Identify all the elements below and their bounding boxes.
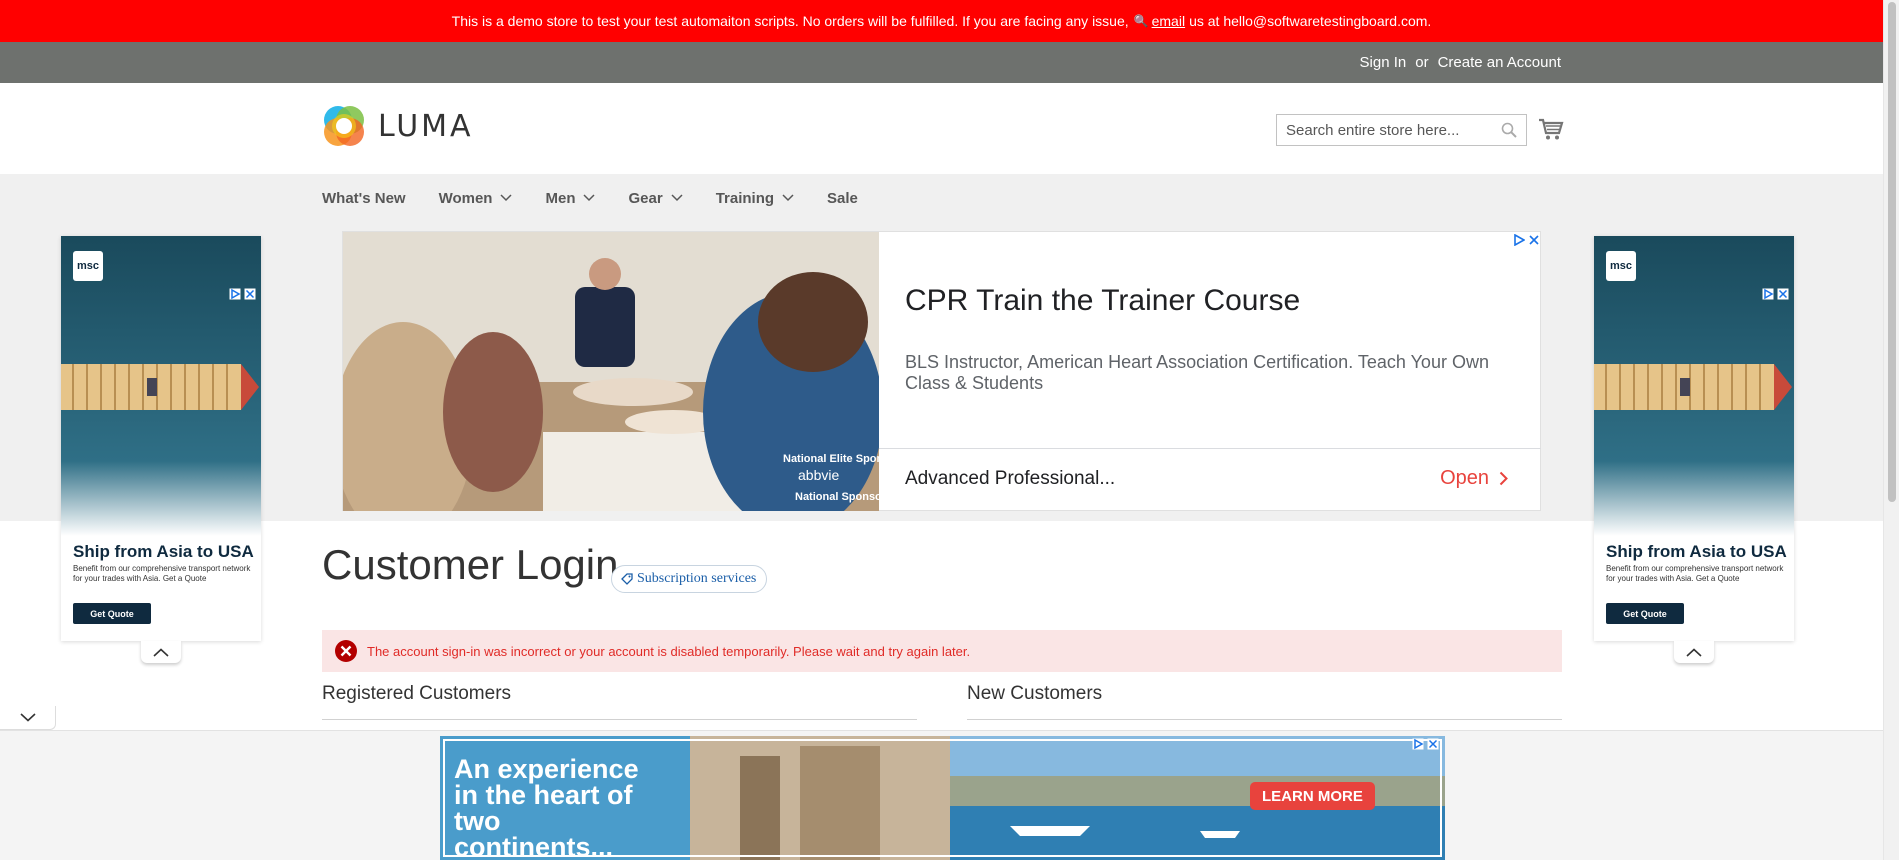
nav-item-label: Men [545,189,576,207]
new-customers-divider [967,719,1562,720]
logo-text: LUMA [378,108,474,144]
side-ad-description: Benefit from our comprehensive transport… [73,564,251,583]
get-quote-button[interactable]: Get Quote [73,603,151,624]
cart-icon[interactable] [1538,117,1564,141]
nav-item-training[interactable]: Training [716,188,794,208]
bottom-banner-ad[interactable]: An experience in the heart of two contin… [440,736,1445,860]
sign-in-link[interactable]: Sign In [1360,54,1407,71]
side-ad-title: Ship from Asia to USA [1606,542,1787,561]
nav-menu: What's New Women Men Gear Training Sale [322,188,891,208]
close-icon[interactable] [244,288,256,300]
ad-ship-image [61,236,261,536]
learn-more-button[interactable]: LEARN MORE [1250,782,1375,810]
error-icon [335,640,357,662]
nav-item-sale[interactable]: Sale [827,188,858,208]
close-icon[interactable] [1777,288,1789,300]
left-ad-collapse-tab[interactable] [141,641,181,663]
ad-choices-icon[interactable] [229,288,241,300]
photo-text-national: National Sponsor [795,491,879,503]
header-panel: Sign In or Create an Account [0,42,1883,83]
tag-icon [621,573,633,585]
ad-photo: National Elite Sponsor abbvie National S… [343,232,879,511]
photo-text-sponsor: National Elite Sponsor [783,453,879,465]
ad-choices[interactable] [1412,738,1439,750]
chevron-down-icon [671,194,683,202]
chevron-up-icon [1686,647,1702,657]
ad-title[interactable]: CPR Train the Trainer Course [905,284,1300,318]
close-icon[interactable] [1427,738,1439,750]
page: This is a demo store to test your test a… [0,0,1899,860]
chevron-down-icon [19,713,36,722]
advertiser-badge: msc [1606,251,1636,281]
nav-item-label: Women [438,189,493,207]
side-ad-description: Benefit from our comprehensive transport… [1606,564,1784,583]
demo-notice-text-after: us at hello@softwaretestingboard.com. [1189,13,1432,29]
or-separator: or [1415,54,1429,71]
header-links: Sign In or Create an Account [1360,54,1561,71]
bottom-ad-headline: An experience in the heart of two contin… [454,754,639,860]
get-quote-button[interactable]: Get Quote [1606,603,1684,624]
demo-notice-text: This is a demo store to test your test a… [451,13,1129,29]
header: LUMA [0,83,1883,174]
luma-logo-icon [324,106,364,146]
nav-item-gear[interactable]: Gear [628,188,683,208]
store-logo[interactable]: LUMA [322,104,474,148]
close-icon[interactable] [1528,234,1540,246]
side-ad-title: Ship from Asia to USA [73,542,254,561]
nav-item-label: What's New [322,189,406,207]
demo-notice-bar: This is a demo store to test your test a… [0,0,1883,42]
nav-item-label: Gear [628,189,663,207]
search-input[interactable] [1277,115,1487,145]
chevron-down-icon [782,194,794,202]
registered-customers-divider [322,719,917,720]
nav-item-men[interactable]: Men [545,188,596,208]
new-customers-title: New Customers [967,683,1103,704]
right-side-ad[interactable]: msc Ship from Asia to USA Benefit from o… [1594,236,1794,641]
ad-description: BLS Instructor, American Heart Associati… [905,352,1489,393]
nav-item-whats-new[interactable]: What's New [322,188,406,208]
ad-choices[interactable] [1513,234,1540,246]
ad-choices[interactable] [229,288,256,300]
subscription-services-label: Subscription services [637,571,757,586]
page-title: Customer Login [322,541,619,588]
create-account-link[interactable]: Create an Account [1438,54,1561,71]
ad-choices-icon[interactable] [1513,234,1525,246]
ad-choices[interactable] [1762,288,1789,300]
ad-open-button[interactable]: Open [1440,467,1508,490]
chevron-right-icon [1499,471,1508,486]
scrollbar-thumb[interactable] [1888,2,1896,502]
search-icon[interactable] [1501,122,1517,138]
ad-ship-image [1594,236,1794,536]
anchor-ad-collapse-tab[interactable] [0,706,56,730]
ad-divider [879,448,1541,449]
search-box [1276,114,1527,146]
chevron-down-icon [583,194,596,202]
advertiser-badge: msc [73,251,103,281]
error-message-text: The account sign-in was incorrect or you… [367,643,971,659]
search-magnifier-icon: 🔍 [1133,14,1149,28]
chevron-down-icon [500,194,513,202]
page-scrollbar[interactable] [1883,0,1899,860]
top-banner-ad[interactable]: National Elite Sponsor abbvie National S… [342,231,1541,511]
ad-choices-icon[interactable] [1762,288,1774,300]
nav-item-women[interactable]: Women [439,188,513,208]
nav-item-label: Sale [827,189,858,207]
right-ad-collapse-tab[interactable] [1674,641,1714,663]
error-message: The account sign-in was incorrect or you… [322,630,1562,672]
subscription-services-pill[interactable]: Subscription services [611,565,768,593]
nav-item-label: Training [715,189,775,207]
ad-advertiser: Advanced Professional... [905,468,1116,489]
photo-text-abbvie: abbvie [798,467,839,483]
ad-open-label: Open [1440,467,1489,489]
email-link[interactable]: email [1152,13,1185,29]
registered-customers-title: Registered Customers [322,683,512,704]
ad-choices-icon[interactable] [1412,738,1424,750]
left-side-ad[interactable]: msc Ship from Asia to USA Benefit from o… [61,236,261,641]
chevron-up-icon [153,647,169,657]
